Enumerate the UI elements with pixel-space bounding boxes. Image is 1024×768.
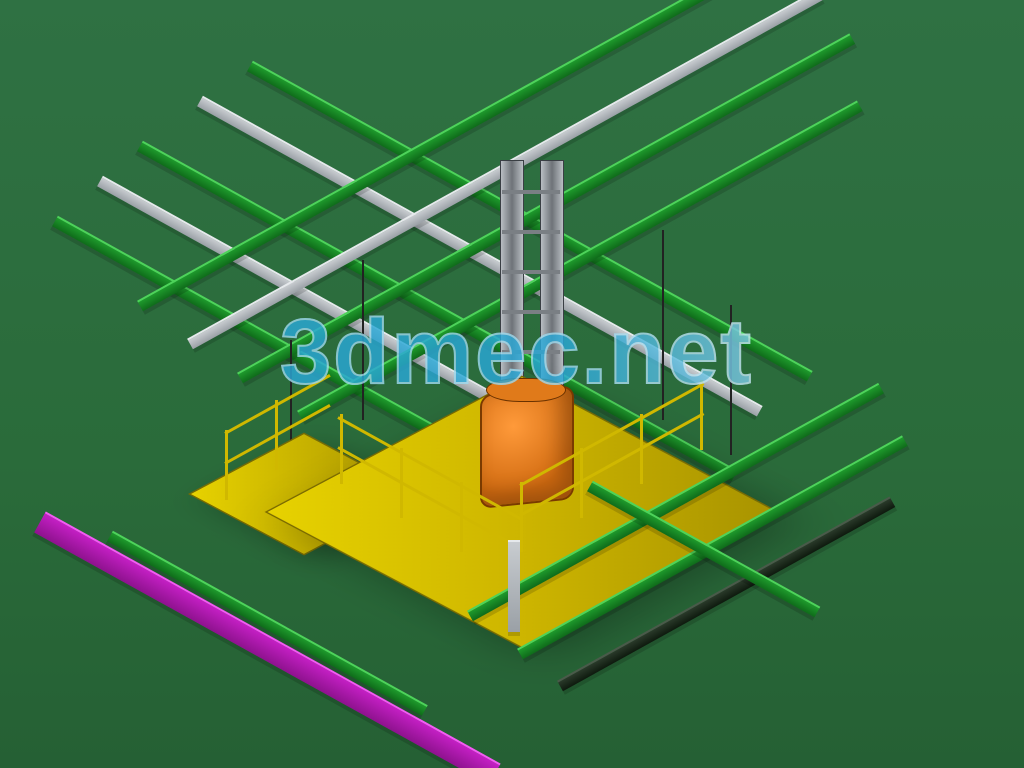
hanger-rod	[362, 260, 364, 420]
upper-cross-beam	[297, 100, 863, 421]
hanger-rod	[730, 305, 732, 455]
railing-post	[225, 430, 228, 500]
upper-beam	[197, 96, 763, 417]
mast-brace	[502, 310, 560, 314]
mast-brace	[502, 350, 560, 354]
hanger-rod	[662, 230, 664, 420]
render-stage: 3dmec.net	[0, 0, 1024, 768]
support-column	[508, 540, 520, 632]
drive-cap	[486, 378, 566, 402]
mast-brace	[502, 270, 560, 274]
mast-brace	[502, 230, 560, 234]
mast-brace	[502, 190, 560, 194]
